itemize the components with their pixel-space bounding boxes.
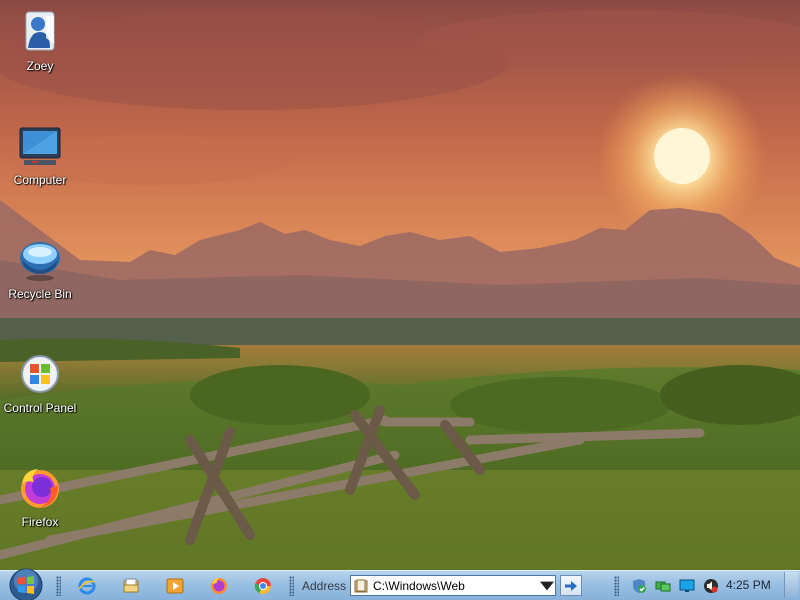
media-player-icon <box>166 578 184 593</box>
tray-network[interactable] <box>655 578 671 594</box>
desktop-icon-label: Zoey <box>26 59 54 73</box>
tray-volume[interactable] <box>703 578 719 594</box>
file-explorer-icon <box>123 578 139 592</box>
address-toolbar-grip[interactable] <box>289 575 294 596</box>
computer-icon <box>19 127 61 165</box>
folder-icon <box>354 579 368 592</box>
desktop-icon-control-panel[interactable]: Control Panel <box>0 350 80 415</box>
quick-launch-grip[interactable] <box>56 575 61 596</box>
internet-explorer-icon <box>78 577 96 594</box>
go-button[interactable] <box>560 575 583 596</box>
desktop[interactable]: Zoey Computer Recycle Bin Control Panel … <box>0 0 800 570</box>
firefox-icon <box>21 469 59 508</box>
tray-display[interactable] <box>679 578 695 594</box>
windows-orb-icon <box>9 568 43 600</box>
tray-security-shield[interactable] <box>631 578 647 594</box>
address-dropdown-button[interactable] <box>539 576 555 595</box>
desktop-icon-label: Recycle Bin <box>8 287 72 301</box>
taskbar: Address C:\Windows\Web 4:25 PM <box>0 568 800 600</box>
tray-grip <box>614 575 619 596</box>
recycle-bin-icon <box>20 242 60 281</box>
address-label: Address <box>302 578 347 593</box>
clock[interactable]: 4:25 PM <box>726 578 771 592</box>
chrome-icon <box>254 577 271 594</box>
quick-launch-media-player[interactable] <box>163 574 187 598</box>
user-folder-icon <box>25 11 55 51</box>
wallpaper <box>0 0 800 570</box>
quick-launch-firefox[interactable] <box>207 574 231 598</box>
desktop-icon-recycle-bin[interactable]: Recycle Bin <box>0 236 80 301</box>
show-desktop-button[interactable] <box>784 572 798 598</box>
desktop-icon-user-folder[interactable]: Zoey <box>0 8 80 73</box>
chevron-down-icon <box>540 581 555 590</box>
quick-launch-internet-explorer[interactable] <box>75 574 99 598</box>
system-tray: 4:25 PM <box>614 571 784 600</box>
address-input[interactable] <box>373 578 534 593</box>
volume-icon <box>704 578 718 593</box>
display-icon <box>679 579 695 592</box>
network-icon <box>655 581 671 591</box>
address-bar[interactable] <box>350 575 557 596</box>
security-shield-icon <box>633 578 646 593</box>
quick-launch-file-explorer[interactable] <box>119 574 143 598</box>
desktop-icon-firefox[interactable]: Firefox <box>0 464 80 529</box>
desktop-icon-label: Computer <box>13 173 67 187</box>
arrow-right-icon <box>565 580 578 591</box>
desktop-icon-computer[interactable]: Computer <box>0 122 80 187</box>
desktop-icon-label: Control Panel <box>3 401 77 415</box>
control-panel-icon <box>21 355 59 393</box>
start-button[interactable] <box>6 568 46 600</box>
quick-launch-chrome[interactable] <box>251 574 275 598</box>
desktop-icon-label: Firefox <box>21 515 59 529</box>
firefox-icon <box>211 577 227 594</box>
